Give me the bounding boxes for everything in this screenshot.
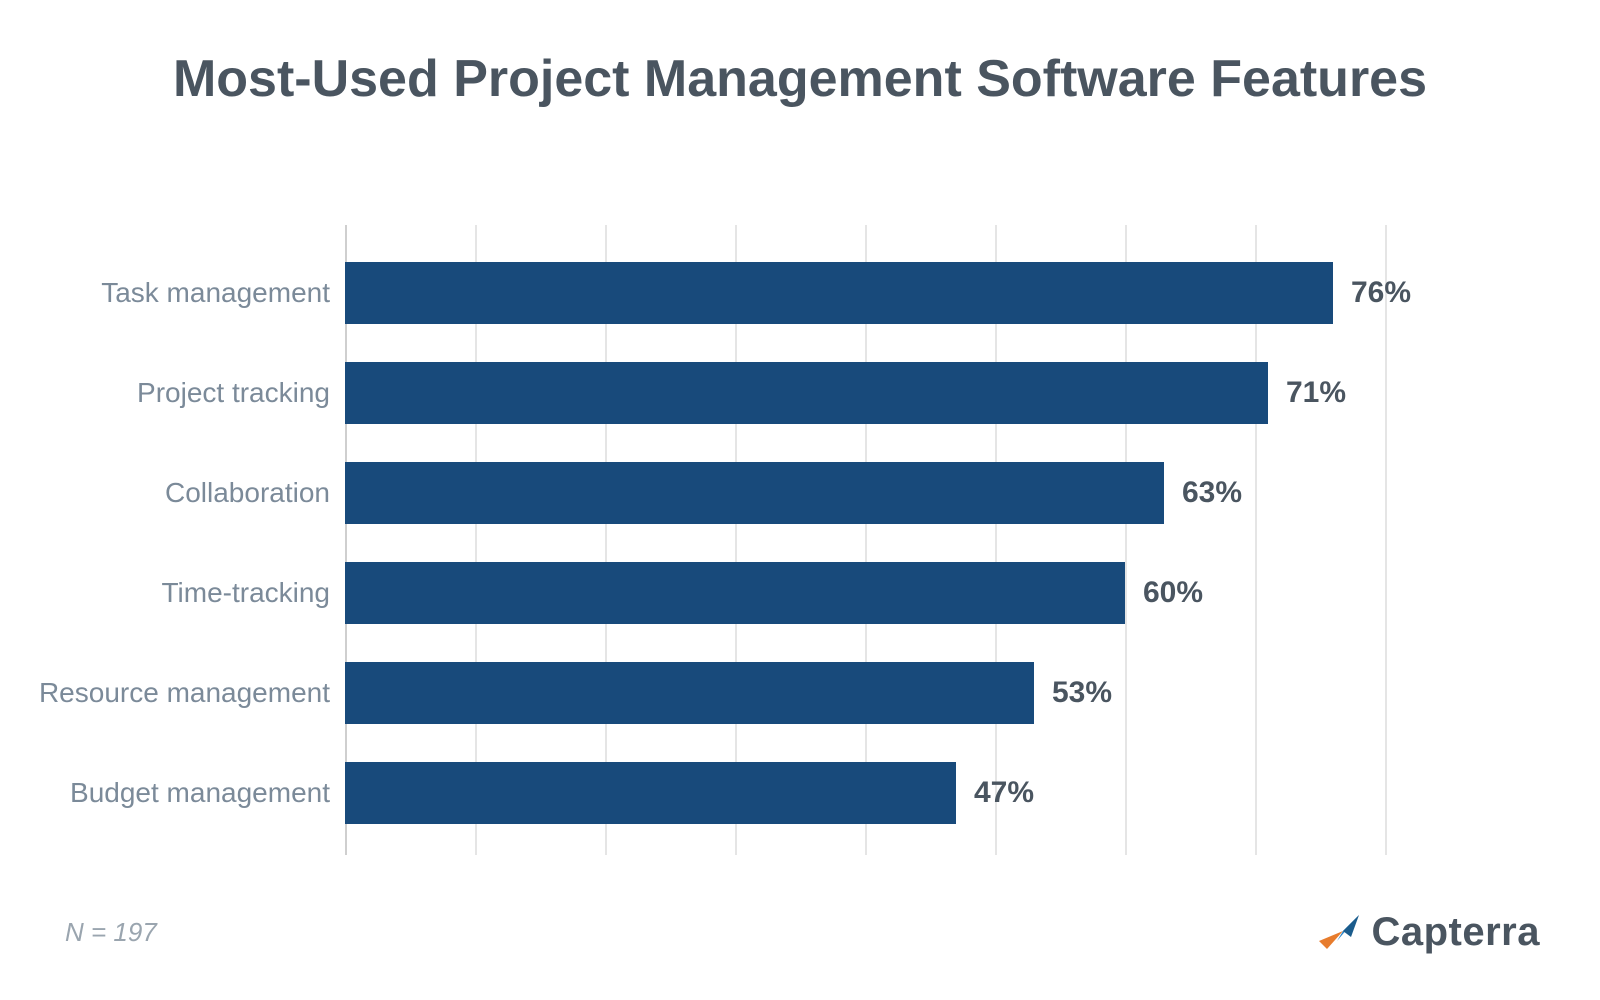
bar [345,262,1333,324]
chart-title: Most-Used Project Management Software Fe… [0,50,1600,110]
capterra-arrow-icon [1317,911,1361,955]
chart-container: Most-Used Project Management Software Fe… [0,0,1600,1000]
bar-row: 76% [345,262,1411,324]
bar-value-label: 60% [1143,576,1203,610]
bar [345,462,1164,524]
category-label: Task management [10,277,330,309]
bar [345,562,1125,624]
bar-row: 60% [345,562,1203,624]
bar [345,662,1034,724]
bar-value-label: 47% [974,776,1034,810]
bar-row: 71% [345,362,1346,424]
bar [345,762,956,824]
category-label: Collaboration [10,477,330,509]
category-label: Resource management [10,677,330,709]
brand-name: Capterra [1371,910,1540,955]
bar-row: 47% [345,762,1034,824]
bar-value-label: 53% [1052,676,1112,710]
plot-area: 76% 71% 63% 60% 53% 47% [345,225,1385,855]
bar-value-label: 71% [1286,376,1346,410]
category-label: Time-tracking [10,577,330,609]
bar-value-label: 76% [1351,276,1411,310]
category-label: Project tracking [10,377,330,409]
bar-row: 63% [345,462,1242,524]
sample-size-footnote: N = 197 [65,917,157,948]
bar [345,362,1268,424]
brand-logo: Capterra [1317,910,1540,955]
bar-value-label: 63% [1182,476,1242,510]
bar-row: 53% [345,662,1112,724]
category-label: Budget management [10,777,330,809]
